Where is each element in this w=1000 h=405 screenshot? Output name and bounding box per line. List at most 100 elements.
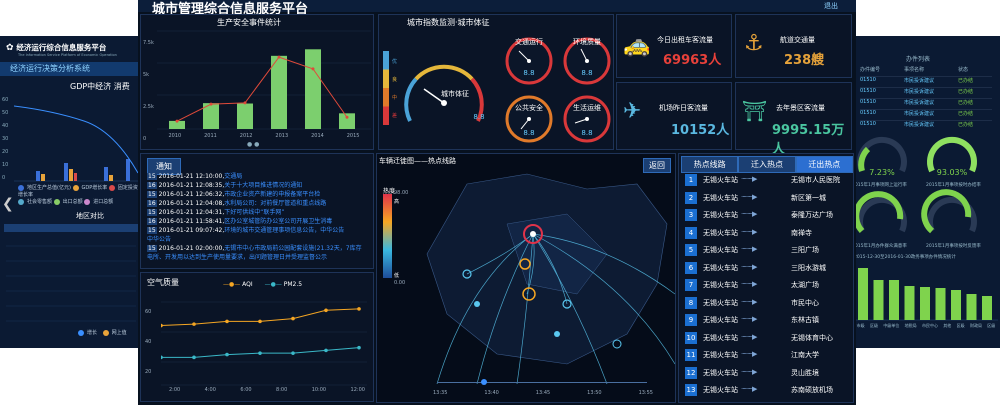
notice-item[interactable]: 15 2016-01-21 09:07:42,环境的城市交通管理事项信息公告，中华… [147,226,371,235]
route-number: 9 [685,314,697,326]
right-table-cell: 市民投诉建议 [904,78,935,84]
route-destination: 三阳水游城 [791,263,826,272]
safety-chart [157,30,371,130]
notice-number: 16 [147,182,157,189]
right-table-row[interactable]: 01510 市民投诉建议 已办结 [860,109,992,120]
right-list-title: 办件列表 [906,56,931,63]
air-chart [161,301,367,386]
right-table-cell: 01510 [860,99,876,105]
route-number: 3 [685,209,697,221]
notice-item[interactable]: 16 2016-01-21 12:08:35,关于十大项目推进情况的通知 [147,181,371,190]
notice-date: 2016-01-21 12:08:35, [158,182,225,189]
gauge-env-value: 8.8 [581,69,593,77]
air-y-axis: 60 40 20 [145,309,152,375]
right-bar [889,280,899,320]
route-number: 8 [685,296,697,309]
safety-pager[interactable]: ● ● [247,141,259,148]
route-row[interactable]: 13 无锡火车站 ·········▶ 苏南硕放机场 [681,382,853,399]
right-bar [966,294,977,320]
route-arrow-icon: ·········▶ [741,227,757,236]
air-time-label: 12:00 [350,387,365,393]
prev-arrow-icon[interactable]: ❮ [2,196,14,212]
notice-text: 区办公室城管防办公室公司开展卫生消毒 [224,218,333,225]
right-bar [982,296,992,320]
route-row[interactable]: 8 无锡火车站 ·········▶ 市民中心 [681,295,853,312]
left-brand: ✿ 经济运行综合信息服务平台 The Information Service P… [6,42,136,57]
notice-text: 交通局 [224,173,243,180]
route-row[interactable]: 1 无锡火车站 ·········▶ 无锡市人民医院 [681,172,853,189]
route-destination: 无锡市人民医院 [791,176,840,184]
notice-number: 15 [147,245,157,252]
right-table-cell: 市民投诉建议 [904,122,935,128]
route-destination: 市民中心 [791,298,819,307]
route-tab[interactable]: 迁入热点 [738,156,796,173]
left-region-selector[interactable] [4,224,138,232]
scenic-value: 9995.15万人 [772,123,845,157]
index-panel: 城市指数监测·城市体征 优良中差 城市体征 8.8 交通运行 8.8 环境质量 [378,14,614,150]
route-row[interactable]: 3 无锡火车站 ·········▶ 泰隆万达广场 [681,207,853,224]
aqi-point [258,319,262,324]
anchor-icon: ⚓ [744,31,764,56]
gauge-safety-label: 公共安全 [515,104,543,112]
notice-item[interactable]: 15 2016-01-21 12:06:32,市政企业资产新建的申报备案平台检 [147,190,371,199]
pavilion-icon: ⛩ [742,99,768,123]
migration-map [426,173,675,384]
right-bar-category: 市民中心 [921,323,938,328]
aqi-point [291,316,295,321]
safety-x-axis: 2010 2011 2012 2013 2014 2015 [157,133,371,139]
route-arrow-icon: ·········▶ [741,175,757,183]
route-row[interactable]: 7 无锡火车站 ·········▶ 太湖广场 [681,277,853,294]
route-row[interactable]: 11 无锡火车站 ·········▶ 江南大学 [681,347,853,364]
logout-link[interactable]: 退出 [824,1,838,11]
route-tab[interactable]: 迁出热点 [795,156,853,173]
notice-item[interactable]: 16 2016-01-21 12:04:08,水利局公司：对前餐厅管道和重点线路 [147,199,371,208]
notice-item[interactable]: 15 2016-01-21 02:00:00,无锡市中心市政局前公园配套设施(21… [147,244,371,253]
route-arrow-icon: ·········▶ [741,367,757,376]
notice-text: 水利局公司：对前餐厅管道和重点线路 [224,200,327,207]
route-destination: 江南大学 [791,351,819,359]
notice-text: 关于十大项目推进情况的通知 [224,182,303,189]
route-row[interactable]: 6 无锡火车站 ·········▶ 三阳水游城 [681,260,853,277]
notice-number: 15 [147,173,157,180]
right-table-row[interactable]: 01510 市民投诉建议 已办结 [860,120,992,131]
route-row[interactable]: 9 无锡火车站 ·········▶ 东林古镇 [681,312,853,329]
notice-item[interactable]: 15 2016-01-21 12:04:31,下好可供线中“联手网” [147,208,371,217]
route-source: 无锡火车站 [703,193,738,202]
time-slider[interactable] [437,382,647,383]
right-gauge-2-label: 2015年1月事项按时办结率 [926,183,981,188]
notice-date: 2016-01-21 12:06:32, [158,191,225,198]
route-row[interactable]: 4 无锡火车站 ·········▶ 南禅寺 [681,225,853,242]
route-row[interactable]: 2 无锡火车站 ·········▶ 新区第一城 [681,190,853,207]
notice-item[interactable]: 中华公告 [147,235,371,244]
right-table-row[interactable]: 01510 市民投诉建议 已办结 [860,87,992,98]
notice-item[interactable]: 15 2016-01-21 12:10:00,交通局 [147,172,371,181]
route-source: 无锡火车站 [703,351,738,359]
right-bar-category: 财政局 [969,323,982,328]
safety-bar [339,113,355,129]
notice-item[interactable]: 16 2016-01-21 11:58:41,区办公室城管防办公室公司开展卫生消毒 [147,217,371,226]
route-row[interactable]: 10 无锡火车站 ·········▶ 无锡体育中心 [681,330,853,347]
right-bar-category: 区级 [869,323,878,328]
left-region-title: 地区对比 [76,212,104,220]
safety-panel: 生产安全事件统计 7.5k 5k 2.5k 0 2010 2011 2012 2013 201… [140,14,374,150]
right-table-cell: 已办结 [958,122,974,128]
route-row[interactable]: 5 无锡火车站 ·········▶ 三阳广场 [681,242,853,259]
right-bar-category: 地税局 [904,323,917,328]
route-source: 无锡火车站 [703,368,738,377]
route-number: 13 [685,384,697,396]
pm25-point [291,351,295,355]
pm25-point [324,348,328,353]
aqi-point [225,319,229,324]
right-table-row[interactable]: 01510 市民投诉建议 已办结 [860,76,992,87]
route-number: 1 [685,174,697,186]
heat-min-value: 0.00 [394,280,406,286]
notice-item[interactable]: 电所、开发用以达到生产使用量要求，出问题管理日并受理监督公示 [147,253,371,262]
route-row[interactable]: 12 无锡火车站 ·········▶ 灵山胜境 [681,365,853,382]
left-legend: 地区生产总值(亿元) GDP增长率 固定投资增长率 社会零售额 出口总额 进口总… [18,184,138,205]
right-table-row[interactable]: 01510 市民投诉建议 已办结 [860,98,992,109]
route-destination: 苏南硕放机场 [791,386,833,394]
route-tab[interactable]: 热点线路 [681,156,739,173]
right-bar [935,288,946,320]
left-nav[interactable]: 经济运行决策分析系统 [0,62,139,76]
time-slider-handle[interactable] [481,379,487,385]
